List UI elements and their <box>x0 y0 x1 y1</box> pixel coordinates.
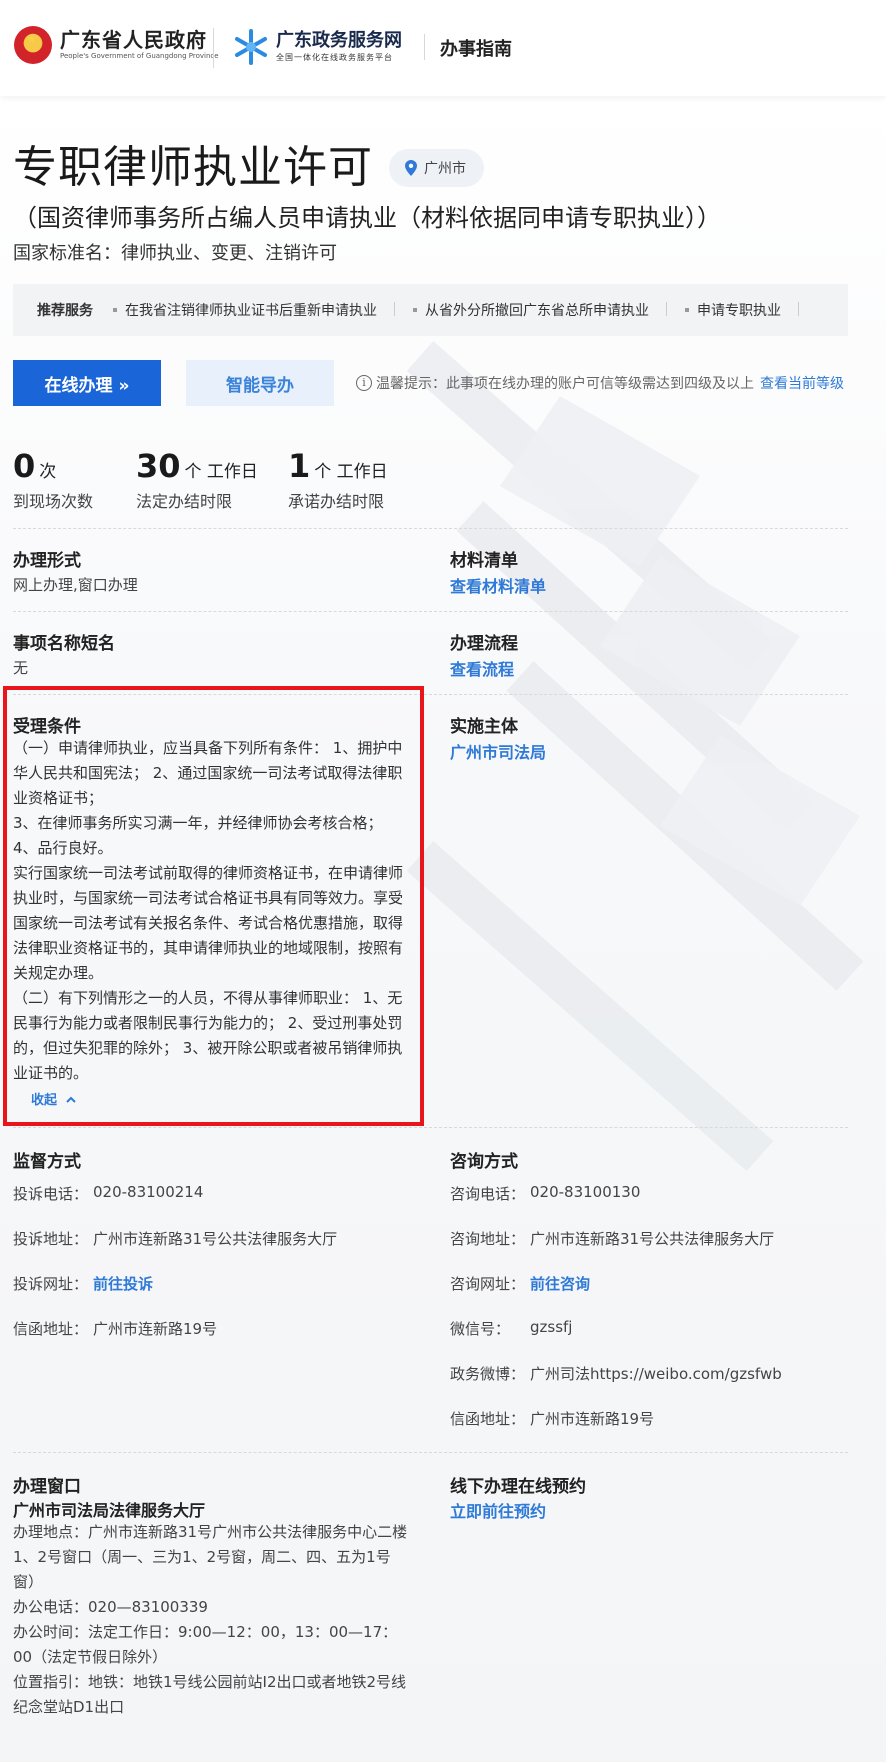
divider <box>13 611 848 612</box>
standard-name: 国家标准名：律师执业、变更、注销许可 <box>13 239 337 265</box>
recommend-item[interactable]: 在我省注销律师执业证书后重新申请执业 <box>113 300 395 320</box>
consult-title: 咨询方式 <box>450 1152 518 1172</box>
conditions-text: （一）申请律师执业，应当具备下列所有条件： 1、拥护中华人民共和国宪法； 2、通… <box>13 739 404 1082</box>
materials-link[interactable]: 查看材料清单 <box>450 573 546 597</box>
complaint-address: 投诉地址： 广州市连新路31号公共法律服务大厅 <box>13 1230 338 1248</box>
conditions-title: 受理条件 <box>13 717 81 737</box>
recommend-label: 推荐服务 <box>37 303 93 319</box>
recommend-item[interactable]: 申请专职执业 <box>685 300 799 320</box>
stat-label: 到现场次数 <box>13 492 94 511</box>
divider <box>13 1452 848 1453</box>
collapse-button[interactable]: 收起 <box>31 1089 76 1108</box>
process-link[interactable]: 查看流程 <box>450 656 514 680</box>
stat-visits: 0次 到现场次数 <box>13 448 93 512</box>
offline-booking-title: 线下办理在线预约 <box>450 1477 586 1497</box>
materials-title: 材料清单 <box>450 551 518 571</box>
form-title: 办理形式 <box>13 551 81 571</box>
form-value: 网上办理,窗口办理 <box>13 576 138 594</box>
portal-logo[interactable]: 广东政务服务网 全国一体化在线政务服务平台 <box>232 28 402 66</box>
consult-wechat: 微信号： gzssfj <box>450 1318 573 1338</box>
site-header: 广东省人民政府 People's Government of Guangdong… <box>0 0 886 96</box>
collapse-label: 收起 <box>31 1093 58 1108</box>
page-title: 专职律师执业许可 <box>13 142 373 193</box>
gov-name: 广东省人民政府 <box>60 28 207 52</box>
info-icon: i <box>356 375 372 391</box>
stat-label: 承诺办结时限 <box>288 492 385 511</box>
stat-number: 30 <box>136 447 181 485</box>
stat-label: 法定办结时限 <box>136 492 233 511</box>
item-subtitle: （国资律师事务所占编人员申请执业（材料依据同申请专职执业）） <box>13 204 721 232</box>
credit-tip: i 温馨提示：此事项在线办理的账户可信等级需达到四级及以上 查看当前等级 <box>356 373 844 393</box>
supervision-title: 监督方式 <box>13 1152 81 1172</box>
header-divider <box>213 28 214 68</box>
recommend-item[interactable]: 从省外分所撤回广东省总所申请执业 <box>413 300 667 320</box>
stat-unit: 个 工作日 <box>314 462 388 482</box>
portal-subtitle: 全国一体化在线政务服务平台 <box>276 53 393 62</box>
tip-text: 温馨提示：此事项在线办理的账户可信等级需达到四级及以上 <box>376 376 754 392</box>
divider <box>13 528 848 529</box>
divider <box>13 1127 848 1128</box>
standard-name-label: 国家标准名： <box>13 243 121 264</box>
portal-name: 广东政务服务网 <box>276 30 402 51</box>
consult-address: 咨询地址： 广州市连新路31号公共法律服务大厅 <box>450 1230 775 1248</box>
item-title-row: 专职律师执业许可 广州市 <box>13 140 484 196</box>
complaint-link[interactable]: 前往投诉 <box>93 1273 153 1294</box>
window-details: 办理地点：广州市连新路31号广州市公共法律服务中心二楼1、2号窗口（周一、三为1… <box>13 1523 408 1716</box>
location-badge[interactable]: 广州市 <box>389 149 484 187</box>
gov-logo[interactable]: 广东省人民政府 People's Government of Guangdong… <box>14 26 219 64</box>
online-apply-button[interactable]: 在线办理 » <box>13 360 161 406</box>
smart-guide-button[interactable]: 智能导办 <box>186 360 334 406</box>
stat-unit: 次 <box>39 462 57 482</box>
header-guide-label[interactable]: 办事指南 <box>440 35 512 61</box>
consult-mail: 信函地址： 广州市连新路19号 <box>450 1410 655 1428</box>
impl-link[interactable]: 广州市司法局 <box>450 739 546 763</box>
standard-name-value: 律师执业、变更、注销许可 <box>121 243 337 264</box>
window-name: 广州市司法局法律服务大厅 <box>13 1501 206 1520</box>
header-divider <box>424 34 425 60</box>
gov-name-en: People's Government of Guangdong Provinc… <box>60 52 219 60</box>
short-name-value: 无 <box>13 659 29 677</box>
consult-weibo: 政务微博： 广州司法https://weibo.com/gzsfwb <box>450 1365 782 1383</box>
consult-link[interactable]: 前往咨询 <box>530 1273 590 1294</box>
location-pin-icon <box>405 160 417 176</box>
consult-phone: 咨询电话： 020-83100130 <box>450 1183 641 1203</box>
stat-unit: 个 工作日 <box>184 462 258 482</box>
booking-link[interactable]: 立即前往预约 <box>450 1498 546 1522</box>
stat-legal-limit: 30 个 工作日 法定办结时限 <box>136 448 258 512</box>
complaint-web: 投诉网址： 前往投诉 <box>13 1273 154 1294</box>
chevron-up-icon <box>65 1096 76 1103</box>
window-title: 办理窗口 <box>13 1477 81 1497</box>
short-name-title: 事项名称短名 <box>13 634 115 654</box>
national-emblem-icon <box>14 26 52 64</box>
impl-title: 实施主体 <box>450 717 518 737</box>
complaint-mail: 信函地址： 广州市连新路19号 <box>13 1320 218 1338</box>
stat-number: 1 <box>288 447 311 485</box>
process-title: 办理流程 <box>450 634 518 654</box>
recommend-services-bar: 推荐服务 在我省注销律师执业证书后重新申请执业 从省外分所撤回广东省总所申请执业… <box>13 284 848 336</box>
location-text: 广州市 <box>424 161 466 177</box>
view-level-link[interactable]: 查看当前等级 <box>760 373 844 393</box>
stat-number: 0 <box>13 447 36 485</box>
complaint-phone: 投诉电话： 020-83100214 <box>13 1183 204 1203</box>
stat-promise-limit: 1个 工作日 承诺办结时限 <box>288 448 388 512</box>
snowflake-logo-icon <box>235 29 267 65</box>
consult-web: 咨询网址： 前往咨询 <box>450 1273 591 1294</box>
